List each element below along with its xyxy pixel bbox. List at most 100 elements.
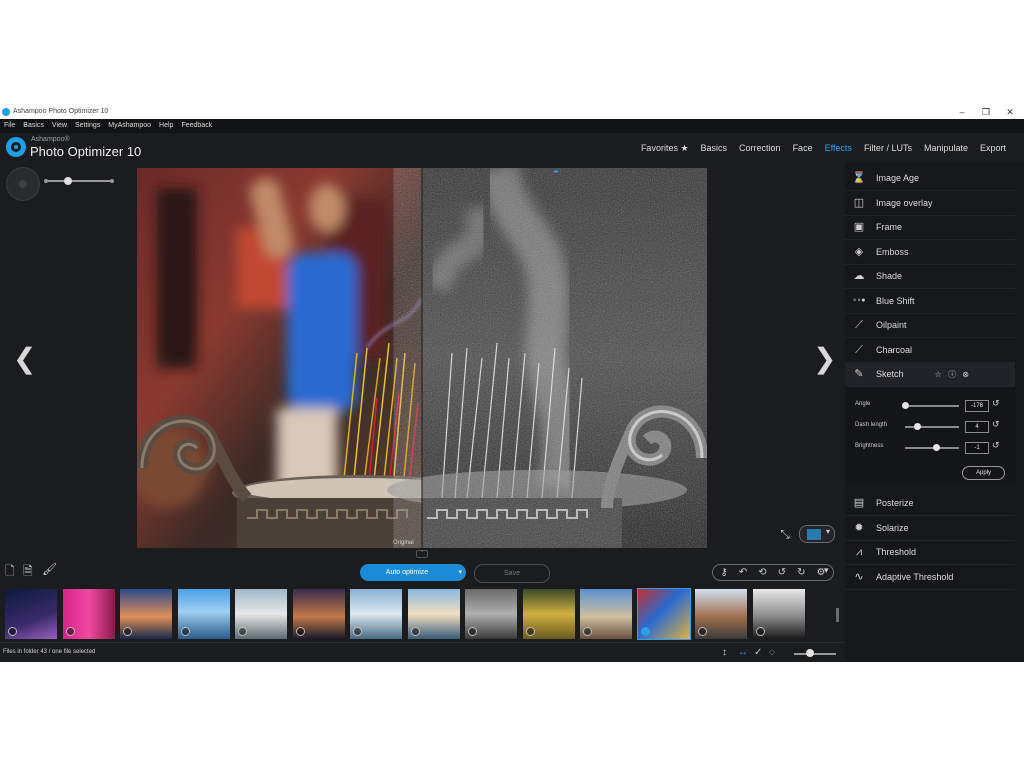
zoom-slider-thumb[interactable]: [64, 177, 73, 185]
thumbnail-select-checkbox[interactable]: [640, 627, 650, 636]
tab-filter-luts[interactable]: Filter / LUTs: [858, 141, 918, 155]
vertical-layout-icon[interactable]: ↕: [722, 647, 727, 658]
thumb-village-street[interactable]: [580, 589, 632, 639]
deselect-icon[interactable]: ◌: [769, 647, 775, 658]
navigation-joystick[interactable]: [6, 167, 40, 201]
tab-effects[interactable]: Effects: [819, 141, 858, 155]
menu-item-myashampoo[interactable]: MyAshampoo: [104, 119, 155, 133]
split-handle-icon[interactable]: ◂▸: [553, 168, 565, 175]
menu-item-basics[interactable]: Basics: [19, 119, 48, 133]
thumb-rocky-coast[interactable]: [235, 589, 287, 639]
minimize-icon[interactable]: –: [950, 106, 974, 119]
fit-to-screen-icon[interactable]: ⤡: [777, 526, 793, 542]
thumbnail-size-thumb[interactable]: [806, 649, 814, 657]
thumbnail-select-checkbox[interactable]: [353, 627, 362, 636]
thumb-golden-buddha[interactable]: [522, 589, 575, 639]
param-value-field[interactable]: -1: [965, 442, 989, 454]
thumbnail-select-checkbox[interactable]: [65, 627, 75, 636]
effect-threshold[interactable]: ⩘ Threshold: [845, 540, 1015, 565]
effect-emboss[interactable]: ◈ Emboss: [845, 240, 1015, 265]
thumbnail-select-checkbox[interactable]: [525, 627, 535, 636]
param-slider-thumb[interactable]: [902, 402, 909, 409]
tab-face[interactable]: Face: [787, 141, 819, 155]
thumbnail-select-checkbox[interactable]: [123, 627, 132, 636]
auto-optimize-dropdown-icon[interactable]: ▾: [458, 564, 462, 581]
tab-export[interactable]: Export: [974, 141, 1012, 155]
rotate-left-icon[interactable]: ↺: [778, 567, 786, 578]
effect-oilpaint[interactable]: ⟋ Oilpaint: [845, 313, 1015, 338]
rotate-right-icon[interactable]: ↻: [797, 567, 805, 578]
reset-param-icon[interactable]: ↺: [992, 419, 1000, 430]
history-dropdown-icon[interactable]: ▾: [824, 565, 829, 576]
thumb-stone-face[interactable]: [465, 589, 517, 639]
thumb-mountain-lake[interactable]: [177, 589, 230, 639]
reset-param-icon[interactable]: ↺: [992, 398, 1000, 409]
undo-icon[interactable]: ↶: [739, 567, 747, 578]
effect-image-age[interactable]: ⌛ Image Age: [845, 166, 1015, 191]
menu-item-feedback[interactable]: Feedback: [177, 119, 216, 133]
menu-item-view[interactable]: View: [48, 119, 71, 133]
reset-param-icon[interactable]: ↺: [992, 440, 1000, 451]
thumbnail-size-track[interactable]: [794, 653, 836, 655]
tab-manipulate[interactable]: Manipulate: [918, 141, 974, 155]
thumbnail-select-checkbox[interactable]: [238, 627, 247, 636]
thumb-city-dusk[interactable]: [292, 589, 345, 639]
tab-correction[interactable]: Correction: [733, 141, 787, 155]
effect-charcoal[interactable]: ⟋ Charcoal: [845, 338, 1015, 363]
effect-adaptive-threshold[interactable]: ∿ Adaptive Threshold: [845, 565, 1015, 590]
photo-canvas[interactable]: ◂▸ Original: [137, 168, 707, 548]
file-settings-icon[interactable]: 🗎: [23, 562, 33, 583]
menu-item-file[interactable]: File: [0, 119, 19, 133]
magic-wand-icon[interactable]: ⚷: [721, 567, 728, 578]
close-icon[interactable]: ✕: [998, 106, 1022, 119]
param-value-field[interactable]: 4: [965, 421, 989, 433]
effect-sketch[interactable]: ✎ Sketch ☆ ⓘ ⊗: [845, 362, 1015, 387]
brush-icon[interactable]: 🖌: [42, 562, 57, 576]
effect-frame[interactable]: ▣ Frame: [845, 215, 1015, 240]
param-slider-track[interactable]: [905, 447, 959, 449]
compare-view-button[interactable]: [799, 525, 835, 543]
thumbnail-select-checkbox[interactable]: [698, 627, 707, 636]
thumb-skyline-water[interactable]: [350, 589, 402, 639]
effect-image-overlay[interactable]: ◫ Image overlay: [845, 191, 1015, 216]
horizontal-layout-icon[interactable]: ↔: [738, 647, 748, 658]
thumbnail-select-checkbox[interactable]: [8, 627, 17, 636]
thumb-castle-reflection[interactable]: [407, 589, 460, 639]
effect-posterize[interactable]: ▤ Posterize: [845, 491, 1015, 516]
effect-blue-shift[interactable]: ∘∘● Blue Shift: [845, 289, 1015, 314]
param-slider-thumb[interactable]: [913, 423, 921, 430]
thumbnail-select-checkbox[interactable]: [583, 627, 592, 636]
thumbnail-select-checkbox[interactable]: [468, 627, 477, 636]
previous-image-arrow-icon[interactable]: ❮: [13, 345, 36, 373]
save-button[interactable]: Save: [474, 564, 550, 583]
file-info-icon[interactable]: 🗋: [5, 562, 15, 583]
thumb-incense-praying[interactable]: [636, 588, 691, 640]
thumb-arch-view[interactable]: [695, 589, 747, 639]
effect-shade[interactable]: ☁ Shade: [845, 264, 1015, 289]
thumb-sunset-sea[interactable]: [120, 589, 172, 639]
next-image-arrow-icon[interactable]: ❯: [813, 345, 836, 373]
tab-favorites[interactable]: Favorites ★: [635, 141, 695, 155]
thumbnail-select-checkbox[interactable]: [755, 627, 765, 636]
menu-item-settings[interactable]: Settings: [71, 119, 104, 133]
effect-solarize[interactable]: ✹ Solarize: [845, 516, 1015, 541]
zoom-slider-track[interactable]: [48, 180, 110, 182]
apply-button[interactable]: Apply: [962, 466, 1005, 480]
tab-basics[interactable]: Basics: [695, 141, 734, 155]
param-slider-track[interactable]: [905, 405, 959, 407]
param-slider-thumb[interactable]: [933, 444, 941, 451]
param-value-field[interactable]: -178: [965, 400, 989, 412]
thumbnail-scrollbar[interactable]: [836, 592, 839, 636]
thumbnail-select-checkbox[interactable]: [295, 627, 305, 636]
undo-all-icon[interactable]: ⟲: [758, 567, 766, 578]
thumb-pink-door[interactable]: [62, 589, 115, 639]
auto-optimize-button[interactable]: Auto optimize ▾: [360, 564, 466, 581]
thumbnail-select-checkbox[interactable]: [410, 627, 420, 636]
select-all-icon[interactable]: ✓: [754, 647, 762, 658]
thumbnail-select-checkbox[interactable]: [180, 627, 190, 636]
collapse-toggle-icon[interactable]: ⌃: [416, 550, 428, 558]
thumb-city-night[interactable]: [5, 589, 57, 639]
thumb-gondolas-bw[interactable]: [752, 589, 805, 639]
favorite-info-reset-icons[interactable]: ☆ ⓘ ⊗: [935, 369, 971, 380]
maximize-icon[interactable]: ❐: [974, 106, 998, 119]
